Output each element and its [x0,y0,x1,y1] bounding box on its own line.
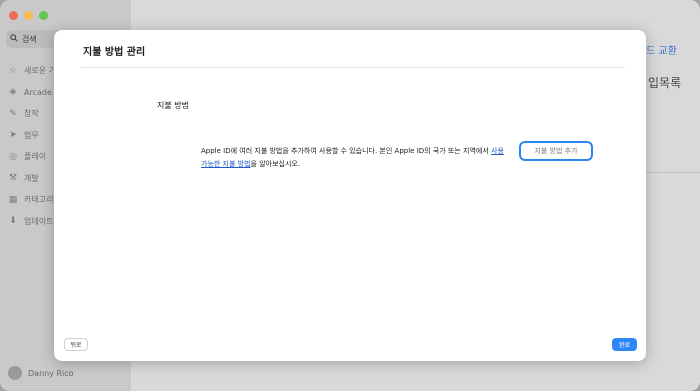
avatar [8,366,22,380]
sidebar-item-label: 업데이트 [24,216,54,226]
manage-payments-sheet: 지불 방법 관리 지불 방법 Apple ID에 여러 지불 방법을 추가하여 … [54,30,646,361]
sidebar-item-label: 개발 [24,173,39,183]
sheet-title: 지불 방법 관리 [83,47,146,58]
payment-description: Apple ID에 여러 지불 방법을 추가하여 사용할 수 있습니다. 본인 … [201,145,506,171]
search-label: 검색 [22,34,37,44]
description-text-end: 을 알아보십시오. [250,160,301,168]
minimize-window-button[interactable] [24,11,33,20]
close-window-button[interactable] [9,11,18,20]
account-button[interactable]: Danny Rico [8,366,74,380]
divider [81,67,625,68]
arcade-icon: ◈ [9,87,17,98]
background-heading: 입목록 [648,76,682,90]
app-store-window: 검색 ☆ 새로운 기능 ◈ Arcade ✎ 창작 ➤ 업무 ◎ 플레이 ⚒ 개… [0,0,700,391]
rocket-icon: ✎ [9,108,17,119]
star-icon: ☆ [8,65,18,76]
add-payment-method-button[interactable]: 지불 방법 추가 [519,141,593,161]
sidebar-item-label: 플레이 [24,152,47,162]
divider [643,172,700,173]
redeem-link[interactable]: 드 교환 [646,42,677,57]
description-text: Apple ID에 여러 지불 방법을 추가하여 사용할 수 있습니다. 본인 … [201,147,492,155]
sidebar-item-label: 카테고리 [24,195,54,205]
hammer-icon: ⚒ [8,173,18,184]
zoom-window-button[interactable] [39,11,48,20]
grid-icon: ▦ [8,194,18,205]
window-controls [9,11,48,20]
sidebar-item-label: 업무 [24,130,39,140]
section-title: 지불 방법 [157,101,189,110]
download-icon: ⬇ [9,216,17,227]
search-icon [10,34,18,44]
sidebar-item-label: Arcade [24,87,52,97]
done-button[interactable]: 완료 [612,338,637,351]
paper-plane-icon: ➤ [9,130,17,141]
user-name: Danny Rico [28,368,74,378]
game-controller-icon: ◎ [9,151,17,162]
back-button[interactable]: 뒤로 [64,338,88,351]
sidebar-item-label: 창작 [24,109,39,119]
